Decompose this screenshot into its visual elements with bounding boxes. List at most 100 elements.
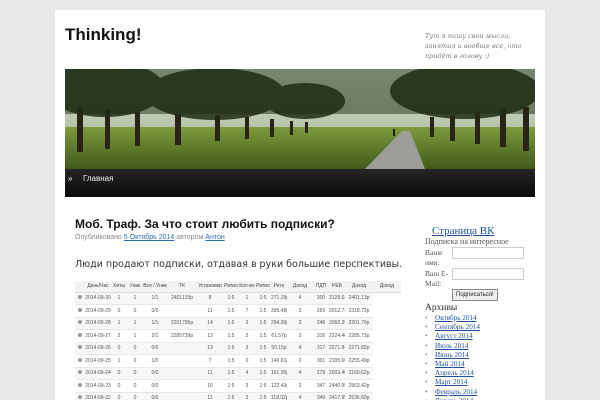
vk-page-link[interactable]: Страница ВК (432, 225, 494, 237)
archive-link[interactable]: Июль 2014 (435, 342, 468, 350)
table-cell: 2201.79р (345, 317, 373, 330)
bullet-icon: • (425, 332, 428, 341)
table-cell: 5 (239, 329, 255, 343)
stats-table-body: 2014-09-30111/12401133р81:511:5271.29р43… (75, 292, 401, 400)
table-cell: 279 (313, 367, 329, 380)
table-cell: 1/1 (143, 292, 167, 305)
table-cell: 347 (313, 379, 329, 393)
table-cell: 3 (239, 379, 255, 393)
table-cell: 14 (197, 317, 223, 330)
table-cell: 4 (287, 392, 313, 400)
stats-col-header: День/Час (85, 281, 111, 293)
archive-item: • Октябрь 2014 (425, 314, 480, 323)
stats-col-header: Все / Уник (143, 281, 167, 293)
row-dot-icon (78, 320, 82, 325)
table-cell: 1/0 (143, 354, 167, 368)
table-row: 2014-09-28111/12201795р141:531:5294.99р3… (75, 317, 401, 330)
table-cell: 2014-09-27 (85, 329, 111, 343)
archive-link[interactable]: Июнь 2014 (435, 351, 469, 359)
table-cell: 2014-09-30 (85, 292, 111, 305)
table-cell: 11 (197, 392, 223, 400)
row-marker (75, 292, 85, 305)
post-date-link[interactable]: 5 Октябрь 2014 (124, 234, 175, 241)
email-field[interactable] (452, 268, 524, 280)
post-intro-text: Люди продают подписки, отдавая в руки бо… (75, 259, 403, 270)
table-cell: 1:5 (223, 354, 239, 368)
subscribe-button[interactable]: Подписаться! (452, 289, 498, 301)
table-row: 2014-09-30111/12401133р81:511:5271.29р43… (75, 292, 401, 305)
table-cell: 8 (197, 292, 223, 305)
table-cell: 2201795р (167, 317, 197, 330)
table-cell: 1:5 (223, 392, 239, 400)
row-dot-icon (78, 345, 82, 350)
email-field-label: Ваш E-Mail: (425, 269, 449, 288)
page-container: Thinking! Тут я пишу свои мысли, занятия… (55, 10, 545, 400)
table-cell: 1:5 (255, 354, 271, 368)
table-cell: 0/0 (143, 392, 167, 400)
bullet-icon: • (425, 369, 428, 378)
table-cell: 161.95р (271, 367, 287, 380)
table-cell: 1 (239, 292, 255, 305)
stats-col-header: Установки (197, 281, 223, 293)
table-cell: 269 (313, 304, 329, 318)
archive-link[interactable]: Август 2014 (435, 332, 473, 340)
row-marker (75, 329, 85, 343)
archive-link[interactable]: Май 2014 (435, 360, 465, 368)
table-cell: 2271.82р (345, 342, 373, 355)
name-field[interactable] (452, 247, 524, 259)
table-cell: 1:5 (255, 317, 271, 330)
table-cell: 2014-09-26 (85, 342, 111, 355)
table-cell: 2255.49р (345, 354, 373, 368)
table-cell: 2003.46р (329, 367, 345, 380)
bullet-icon: • (425, 350, 428, 359)
table-cell: 2014-09-28 (85, 317, 111, 330)
table-cell (167, 379, 197, 393)
table-cell: 11 (197, 367, 223, 380)
table-cell: 3 (239, 317, 255, 330)
bullet-icon: • (425, 341, 428, 350)
table-cell: 2 (111, 329, 127, 343)
table-cell: 1 (127, 317, 143, 330)
archive-item: • Февраль 2014 (425, 388, 480, 397)
table-cell: 118.02р (271, 392, 287, 400)
archive-link[interactable]: Октябрь 2014 (435, 314, 477, 322)
table-cell: 13 (197, 329, 223, 343)
table-cell: 1:5 (223, 329, 239, 343)
post-title[interactable]: Моб. Траф. За что стоит любить подписки? (75, 217, 335, 231)
table-cell: 0/0 (143, 342, 167, 355)
table-cell: 2128.64р (329, 292, 345, 305)
row-marker (75, 304, 85, 318)
name-field-label: Ваше имя: (425, 248, 443, 267)
table-cell: 294.99р (271, 317, 287, 330)
stats-col-header: Кол-во (239, 281, 255, 293)
table-cell: 4 (287, 292, 313, 305)
site-title[interactable]: Thinking! (65, 25, 141, 45)
post-author-link[interactable]: Антон (205, 234, 224, 241)
table-cell: 246 (313, 317, 329, 330)
table-row: 2014-09-23000/0161:531:5122.43р33472440.… (75, 379, 401, 393)
table-cell (167, 367, 197, 380)
table-cell: 2012.73р (329, 304, 345, 318)
stats-col-header: Доход (373, 281, 401, 293)
archive-link[interactable]: Февраль 2014 (435, 388, 477, 396)
archive-link[interactable]: Апрель 2014 (435, 369, 474, 377)
stats-col-header: ТК (167, 281, 197, 293)
stats-col-header (75, 281, 85, 293)
table-cell: 0 (111, 392, 127, 400)
header-banner-image (65, 69, 535, 169)
archives-title: Архивы (425, 303, 458, 313)
table-cell: 1:5 (223, 304, 239, 318)
table-cell: 395.48р (271, 304, 287, 318)
stats-col-header: Ретн (271, 281, 287, 293)
row-marker (75, 317, 85, 330)
table-cell: 1 (127, 292, 143, 305)
table-cell: 1 (127, 329, 143, 343)
archive-link[interactable]: Март 2014 (435, 378, 467, 386)
table-cell: 2014-09-25 (85, 354, 111, 368)
archive-link[interactable]: Сентябрь 2014 (435, 323, 480, 331)
archives-list: • Октябрь 2014 • Сентябрь 2014 • Август 2014 •… (425, 314, 480, 400)
row-marker (75, 354, 85, 368)
nav-item-home[interactable]: Главная (83, 174, 113, 183)
table-cell (167, 342, 197, 355)
table-cell: 0 (127, 392, 143, 400)
